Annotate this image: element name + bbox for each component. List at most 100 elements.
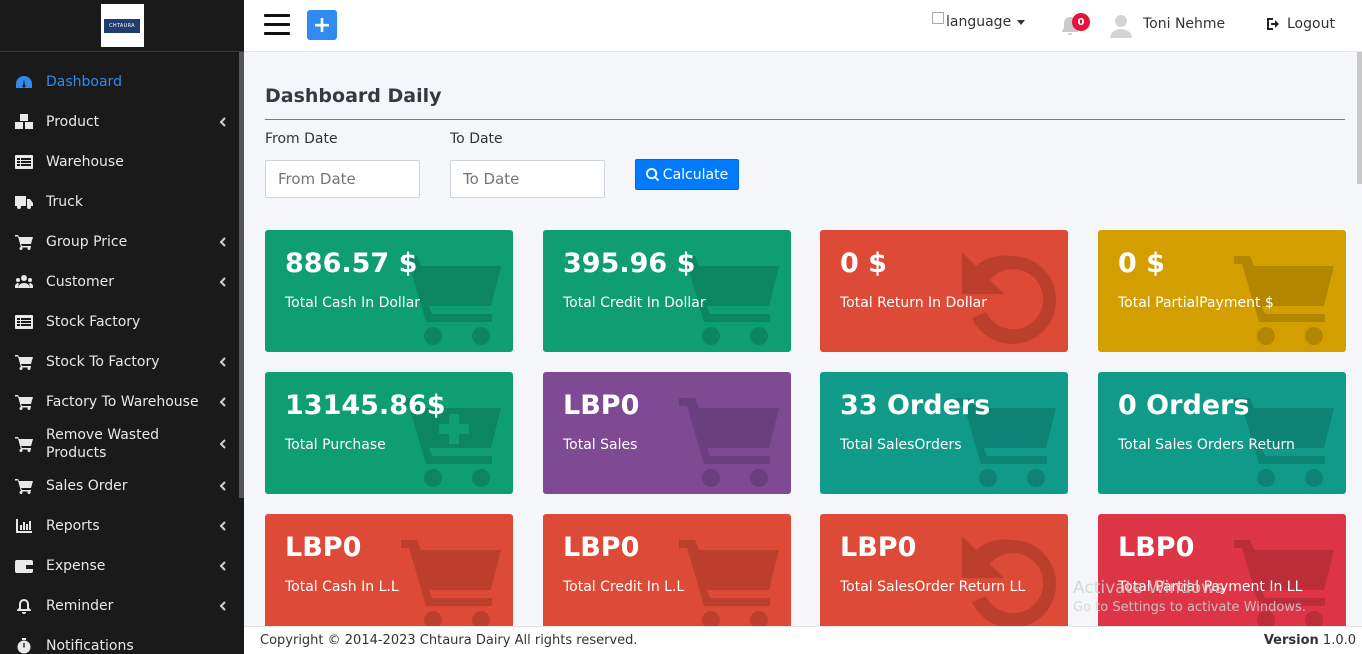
notification-count-badge: 0 (1072, 13, 1090, 31)
brand-logo: CHTAURA (100, 4, 144, 47)
chevron-left-icon (218, 481, 228, 491)
stat-card-total-sales-orders-return[interactable]: 0 Orders Total Sales Orders Return (1098, 372, 1346, 494)
to-date-input[interactable] (450, 160, 605, 198)
stat-card-total-purchase[interactable]: 13145.86$ Total Purchase (265, 372, 513, 494)
sidebar-item-label: Group Price (46, 233, 128, 250)
brand[interactable]: CHTAURA (0, 0, 244, 52)
chevron-left-icon (218, 521, 228, 531)
stat-card-total-salesorder-return-ll[interactable]: LBP0 Total SalesOrder Return LL (820, 514, 1068, 626)
sidebar-item-remove-wasted-products[interactable]: Remove Wasted Products (0, 422, 244, 466)
main-content: Dashboard Daily From Date To Date Calcul… (244, 52, 1362, 626)
card-value: 0 $ (840, 248, 887, 279)
title-divider (265, 119, 1345, 120)
stat-card-total-sales-orders[interactable]: 33 Orders Total SalesOrders (820, 372, 1068, 494)
sidebar-item-product[interactable]: Product (0, 102, 244, 142)
sidebar: CHTAURA Dashboard Product Warehouse Truc… (0, 0, 244, 654)
sidebar-item-warehouse[interactable]: Warehouse (0, 142, 244, 182)
sidebar-item-factory-to-warehouse[interactable]: Factory To Warehouse (0, 382, 244, 422)
card-value: 886.57 $ (285, 248, 418, 279)
search-icon (645, 168, 659, 181)
sidebar-item-label: Reminder (46, 597, 114, 614)
username[interactable]: Toni Nehme (1143, 16, 1225, 32)
card-value: 395.96 $ (563, 248, 696, 279)
cart-icon (401, 536, 505, 626)
sidebar-item-label: Reports (46, 517, 100, 534)
language-dropdown[interactable]: language (932, 12, 1026, 30)
sidebar-item-stock-to-factory[interactable]: Stock To Factory (0, 342, 244, 382)
stat-card-total-credit-dollar[interactable]: 395.96 $ Total Credit In Dollar (543, 230, 791, 352)
card-value: LBP0 (1118, 532, 1195, 563)
footer: Copyright © 2014-2023 Chtaura Dairy All … (244, 626, 1362, 654)
sidebar-item-reminder[interactable]: Reminder (0, 586, 244, 626)
sidebar-item-label: Notifications (46, 637, 134, 654)
brand-logo-text: CHTAURA (104, 18, 140, 33)
sidebar-item-sales-order[interactable]: Sales Order (0, 466, 244, 506)
from-date-input[interactable] (265, 160, 420, 198)
cart-icon (14, 234, 34, 250)
language-alt-text: language (946, 14, 1012, 30)
add-button[interactable]: + (307, 10, 337, 40)
calculate-label: Calculate (662, 166, 729, 183)
card-label: Total Cash In L.L (285, 579, 399, 595)
card-label: Total Credit In Dollar (563, 295, 706, 311)
sidebar-item-reports[interactable]: Reports (0, 506, 244, 546)
card-value: LBP0 (563, 390, 640, 421)
sidebar-item-notifications[interactable]: Notifications (0, 626, 244, 654)
cart-icon (14, 478, 34, 494)
chevron-left-icon (218, 561, 228, 571)
stat-card-total-credit-ll[interactable]: LBP0 Total Credit In L.L (543, 514, 791, 626)
sidebar-item-group-price[interactable]: Group Price (0, 222, 244, 262)
chevron-left-icon (218, 237, 228, 247)
card-value: LBP0 (840, 532, 917, 563)
sidebar-item-expense[interactable]: Expense (0, 546, 244, 586)
caret-down-icon (1017, 19, 1026, 25)
cart-icon (679, 394, 783, 488)
stat-card-total-cash-ll[interactable]: LBP0 Total Cash In L.L (265, 514, 513, 626)
version-info: Version 1.0.0 (1264, 633, 1356, 648)
stat-card-total-partial-payment-dollar[interactable]: 0 $ Total PartialPayment $ (1098, 230, 1346, 352)
avatar[interactable] (1110, 14, 1132, 38)
sidebar-nav: Dashboard Product Warehouse Truck Group … (0, 52, 244, 654)
chevron-left-icon (218, 117, 228, 127)
list-icon (14, 314, 34, 330)
sidebar-item-label: Warehouse (46, 153, 124, 170)
from-date-label: From Date (265, 131, 338, 147)
sign-out-icon (1267, 18, 1279, 30)
chart-icon (14, 518, 34, 534)
stat-card-total-partial-payment-ll[interactable]: LBP0 Total Partial Payment In LL (1098, 514, 1346, 626)
sidebar-item-customer[interactable]: Customer (0, 262, 244, 302)
bell-icon (14, 598, 34, 614)
card-value: 0 Orders (1118, 390, 1250, 421)
sidebar-item-dashboard[interactable]: Dashboard (0, 62, 244, 102)
tachometer-icon (14, 74, 34, 90)
page-title: Dashboard Daily (265, 85, 442, 107)
logout-button[interactable]: Logout (1267, 16, 1335, 32)
sidebar-item-label: Truck (46, 193, 83, 210)
card-value: 33 Orders (840, 390, 991, 421)
card-label: Total Cash In Dollar (285, 295, 421, 311)
cart-icon (679, 536, 783, 626)
sidebar-item-label: Remove Wasted Products (46, 426, 160, 461)
sidebar-item-stock-factory[interactable]: Stock Factory (0, 302, 244, 342)
sidebar-item-truck[interactable]: Truck (0, 182, 244, 222)
user-icon (1110, 15, 1132, 38)
chevron-left-icon (218, 439, 228, 449)
stat-card-total-return-dollar[interactable]: 0 $ Total Return In Dollar (820, 230, 1068, 352)
card-label: Total SalesOrder Return LL (840, 579, 1026, 595)
cart-icon (14, 354, 34, 370)
page-scrollbar[interactable] (1357, 52, 1362, 184)
version-label: Version (1263, 633, 1319, 648)
stat-card-total-sales[interactable]: LBP0 Total Sales (543, 372, 791, 494)
card-label: Total Sales (563, 437, 638, 453)
cubes-icon (14, 114, 34, 130)
chevron-left-icon (218, 357, 228, 367)
stat-card-total-cash-dollar[interactable]: 886.57 $ Total Cash In Dollar (265, 230, 513, 352)
card-value: LBP0 (563, 532, 640, 563)
menu-toggle-button[interactable] (264, 14, 290, 36)
chevron-left-icon (218, 601, 228, 611)
calculate-button[interactable]: Calculate (635, 159, 739, 190)
cart-icon (14, 436, 34, 452)
card-label: Total Sales Orders Return (1118, 437, 1295, 453)
card-label: Total PartialPayment $ (1118, 295, 1274, 311)
sidebar-item-label: Customer (46, 273, 115, 290)
